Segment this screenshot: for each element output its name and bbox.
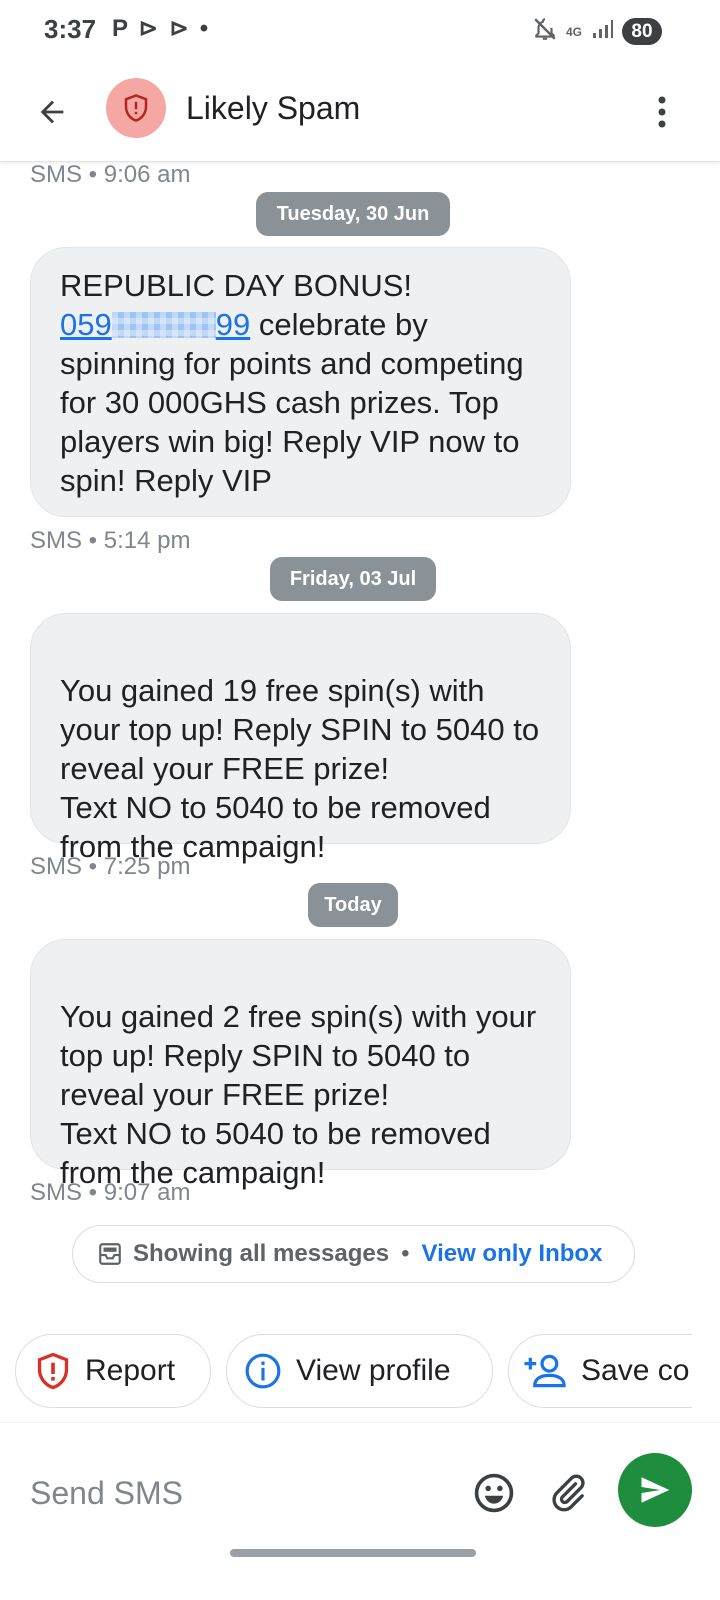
- shield-alert-icon: [124, 94, 148, 122]
- signal-icon: [592, 19, 614, 44]
- phone-number-start: 059: [60, 307, 112, 342]
- send-button[interactable]: [618, 1453, 692, 1527]
- filter-separator: •: [401, 1240, 410, 1267]
- attachment-icon: [552, 1474, 585, 1512]
- view-only-inbox-link[interactable]: View only Inbox: [422, 1240, 603, 1268]
- more-vert-icon: [658, 96, 666, 128]
- save-contact-label: Save co: [581, 1354, 690, 1387]
- contact-name[interactable]: Likely Spam: [186, 90, 360, 127]
- status-time: 3:37: [44, 14, 97, 44]
- mute-icon: [532, 16, 558, 47]
- app-bar: Likely Spam: [0, 62, 720, 162]
- emoji-button[interactable]: [470, 1469, 518, 1517]
- message-text: REPUBLIC DAY BONUS!: [60, 268, 413, 303]
- phone-number-link[interactable]: 059 99: [60, 307, 250, 342]
- message-meta: SMS • 9:06 am: [30, 163, 191, 188]
- battery-icon: 80: [622, 18, 662, 45]
- arrow-back-icon: [40, 100, 64, 124]
- filter-status-text: Showing all messages: [133, 1240, 390, 1267]
- home-indicator[interactable]: [230, 1549, 476, 1557]
- action-chips: Report View profile Save co: [0, 1334, 692, 1410]
- emoji-icon: [474, 1473, 514, 1513]
- report-chip[interactable]: Report: [15, 1334, 211, 1408]
- message-bubble[interactable]: You gained 19 free spin(s) with your top…: [30, 613, 571, 864]
- message-meta: SMS • 9:07 am: [30, 1179, 191, 1206]
- status-bar: 3:37 P ⊳ ⊳ • 4G 80: [0, 0, 720, 62]
- notification-icons: P ⊳ ⊳ •: [112, 15, 211, 42]
- report-label: Report: [85, 1354, 176, 1387]
- conversation-list[interactable]: SMS • 9:06 am Tuesday, 30 Jun REPUBLIC D…: [0, 163, 720, 1323]
- save-contact-chip[interactable]: Save co: [508, 1334, 692, 1408]
- status-indicators: 4G 80: [532, 16, 662, 47]
- phone-number-end: 99: [215, 307, 251, 342]
- message-text: You gained 19 free spin(s) with your top…: [60, 673, 540, 864]
- view-profile-label: View profile: [296, 1354, 451, 1387]
- message-text: You gained 2 free spin(s) with your top …: [60, 999, 537, 1190]
- more-options-button[interactable]: [642, 88, 682, 136]
- redacted-block: [111, 312, 216, 338]
- message-filter-pill: Showing all messages • View only Inbox: [72, 1225, 635, 1283]
- message-bubble[interactable]: REPUBLIC DAY BONUS! 059 99 celebrate by s…: [30, 247, 571, 517]
- date-chip: Today: [308, 883, 398, 927]
- date-chip: Tuesday, 30 Jun: [256, 192, 450, 236]
- attach-button[interactable]: [544, 1467, 592, 1519]
- inbox-icon: [97, 1241, 123, 1267]
- back-button[interactable]: [30, 90, 74, 134]
- shield-report-icon: [35, 1351, 71, 1391]
- message-meta: SMS • 5:14 pm: [30, 527, 191, 554]
- message-bubble[interactable]: You gained 2 free spin(s) with your top …: [30, 939, 571, 1190]
- add-person-icon: [523, 1353, 567, 1389]
- date-chip: Friday, 03 Jul: [270, 557, 436, 601]
- view-profile-chip[interactable]: View profile: [226, 1334, 493, 1408]
- info-icon: [244, 1352, 282, 1390]
- send-icon: [641, 1477, 670, 1503]
- message-input[interactable]: [30, 1469, 450, 1517]
- message-meta: SMS • 7:25 pm: [30, 853, 191, 880]
- network-type: 4G: [565, 24, 582, 39]
- spam-avatar[interactable]: [106, 78, 166, 138]
